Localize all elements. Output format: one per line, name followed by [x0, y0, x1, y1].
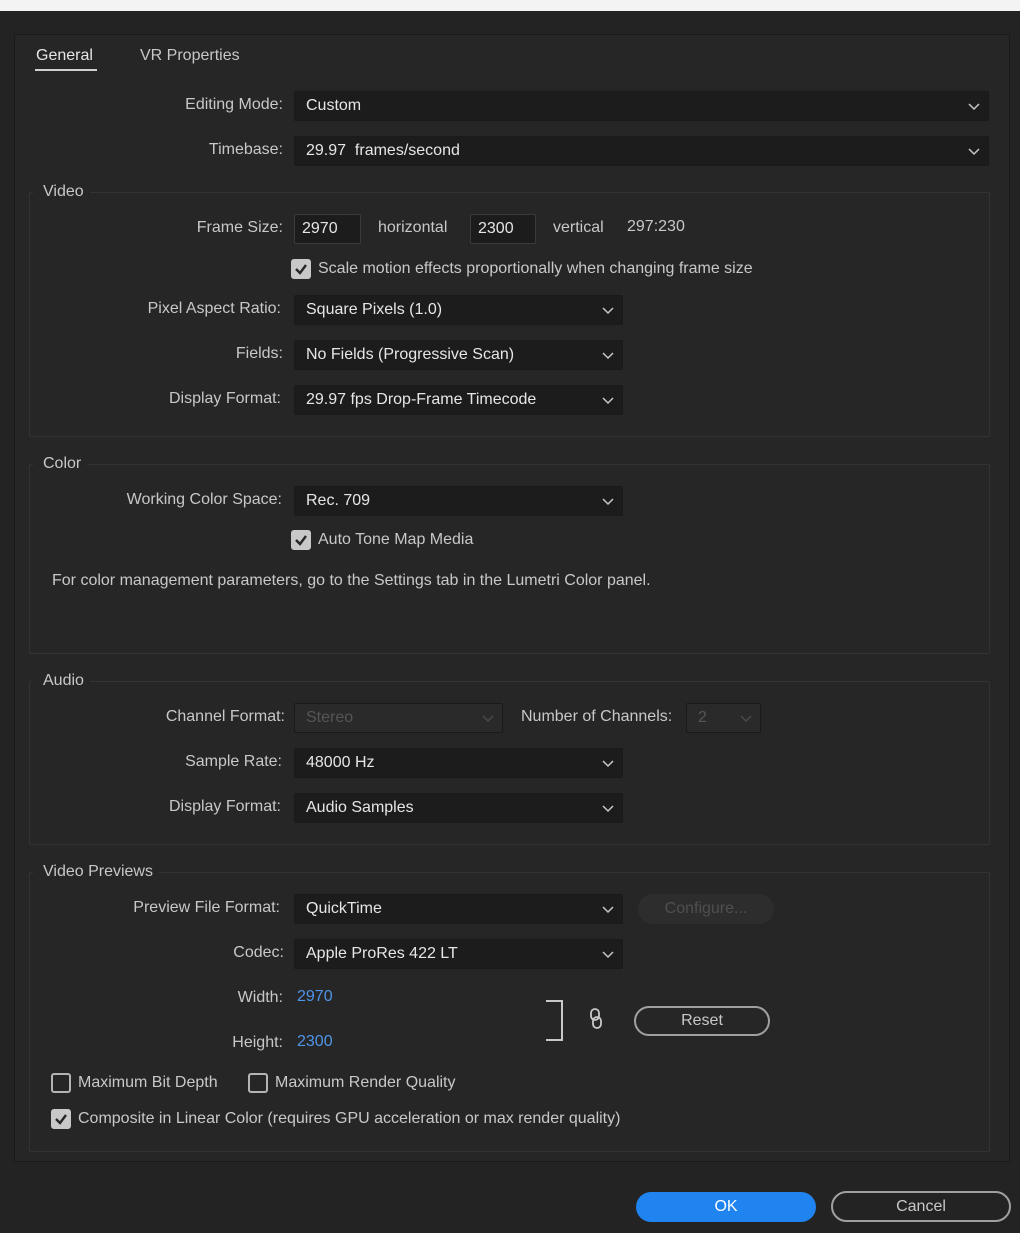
maximum-bit-depth-checkbox[interactable]: [51, 1073, 71, 1093]
video-display-format-value: 29.97 fps Drop-Frame Timecode: [306, 391, 537, 408]
fields-value: No Fields (Progressive Scan): [306, 346, 515, 363]
tab-vr-properties[interactable]: VR Properties: [140, 47, 240, 65]
timebase-dropdown[interactable]: 29.97 frames/second: [294, 136, 989, 166]
video-group-title: Video: [33, 183, 90, 201]
chevron-down-icon: [602, 805, 614, 813]
aspect-ratio-readout: 297:230: [627, 218, 685, 235]
preview-height-value[interactable]: 2300: [297, 1033, 333, 1051]
number-of-channels-value: 2: [698, 709, 707, 726]
checkmark-icon: [295, 264, 307, 275]
pixel-aspect-label: Pixel Aspect Ratio:: [147, 300, 281, 317]
sample-rate-dropdown[interactable]: 48000 Hz: [294, 748, 623, 778]
chevron-down-icon: [602, 951, 614, 959]
codec-value: Apple ProRes 422 LT: [306, 945, 458, 962]
frame-width-input[interactable]: 2970: [294, 214, 361, 244]
color-group-title: Color: [33, 455, 88, 473]
chevron-down-icon: [968, 148, 980, 156]
reset-button[interactable]: Reset: [634, 1006, 770, 1036]
horizontal-label: horizontal: [378, 219, 448, 236]
chevron-down-icon: [968, 103, 980, 111]
ok-button[interactable]: OK: [636, 1192, 816, 1222]
maximum-render-quality-checkbox[interactable]: [248, 1073, 268, 1093]
preview-file-format-value: QuickTime: [306, 900, 382, 917]
scale-motion-label: Scale motion effects proportionally when…: [318, 260, 753, 277]
link-chain-icon[interactable]: [587, 1007, 605, 1031]
frame-height-input[interactable]: 2300: [470, 214, 536, 244]
working-color-space-value: Rec. 709: [306, 492, 371, 509]
editing-mode-label: Editing Mode:: [185, 96, 283, 113]
video-display-format-dropdown[interactable]: 29.97 fps Drop-Frame Timecode: [294, 385, 623, 415]
frame-size-label: Frame Size:: [196, 219, 283, 236]
pixel-aspect-dropdown[interactable]: Square Pixels (1.0): [294, 295, 623, 325]
timebase-value: 29.97 frames/second: [306, 142, 460, 159]
channel-format-value: Stereo: [306, 709, 354, 726]
timebase-label: Timebase:: [208, 141, 283, 158]
number-of-channels-dropdown[interactable]: 2: [686, 703, 761, 733]
dimension-bracket-icon: [546, 1000, 563, 1041]
chevron-down-icon: [602, 397, 614, 405]
channel-format-label: Channel Format:: [165, 708, 285, 725]
tab-general[interactable]: General: [36, 47, 93, 65]
linear-color-checkbox[interactable]: [51, 1109, 71, 1129]
working-color-space-label: Working Color Space:: [126, 491, 282, 508]
fields-label: Fields:: [235, 345, 283, 362]
sample-rate-value: 48000 Hz: [306, 754, 375, 771]
working-color-space-dropdown[interactable]: Rec. 709: [294, 486, 623, 516]
preview-width-value[interactable]: 2970: [297, 988, 333, 1006]
fields-dropdown[interactable]: No Fields (Progressive Scan): [294, 340, 623, 370]
preview-file-format-label: Preview File Format:: [133, 899, 280, 916]
active-tab-indicator: [35, 69, 97, 71]
editing-mode-value: Custom: [306, 97, 362, 114]
channel-format-dropdown[interactable]: Stereo: [294, 703, 503, 733]
preview-file-format-dropdown[interactable]: QuickTime: [294, 894, 623, 924]
chevron-down-icon: [740, 715, 752, 723]
color-management-note: For color management parameters, go to t…: [52, 572, 651, 589]
auto-tone-map-checkbox[interactable]: [291, 530, 311, 550]
chevron-down-icon: [602, 906, 614, 914]
audio-display-format-dropdown[interactable]: Audio Samples: [294, 793, 623, 823]
codec-label: Codec:: [233, 944, 284, 961]
linear-color-label: Composite in Linear Color (requires GPU …: [78, 1110, 621, 1127]
checkmark-icon: [295, 535, 307, 546]
editing-mode-dropdown[interactable]: Custom: [294, 91, 989, 121]
maximum-bit-depth-label: Maximum Bit Depth: [78, 1074, 218, 1091]
window-title-bar: [0, 0, 1020, 11]
video-display-format-label: Display Format:: [168, 390, 281, 407]
chevron-down-icon: [602, 307, 614, 315]
pixel-aspect-value: Square Pixels (1.0): [306, 301, 443, 318]
chevron-down-icon: [602, 760, 614, 768]
configure-button[interactable]: Configure...: [638, 894, 774, 924]
sample-rate-label: Sample Rate:: [185, 753, 282, 770]
audio-group-title: Audio: [33, 672, 90, 690]
scale-motion-checkbox[interactable]: [291, 259, 311, 279]
vertical-label: vertical: [553, 219, 604, 236]
number-of-channels-label: Number of Channels:: [521, 708, 673, 725]
checkmark-icon: [55, 1114, 67, 1125]
audio-display-format-label: Display Format:: [168, 798, 281, 815]
preview-height-label: Height:: [232, 1034, 283, 1051]
codec-dropdown[interactable]: Apple ProRes 422 LT: [294, 939, 623, 969]
chevron-down-icon: [482, 715, 494, 723]
auto-tone-map-label: Auto Tone Map Media: [318, 531, 474, 548]
maximum-render-quality-label: Maximum Render Quality: [275, 1074, 456, 1091]
preview-width-label: Width:: [237, 989, 283, 1006]
chevron-down-icon: [602, 498, 614, 506]
video-previews-group-title: Video Previews: [33, 863, 159, 881]
audio-display-format-value: Audio Samples: [306, 799, 414, 816]
chevron-down-icon: [602, 352, 614, 360]
cancel-button[interactable]: Cancel: [831, 1191, 1011, 1222]
